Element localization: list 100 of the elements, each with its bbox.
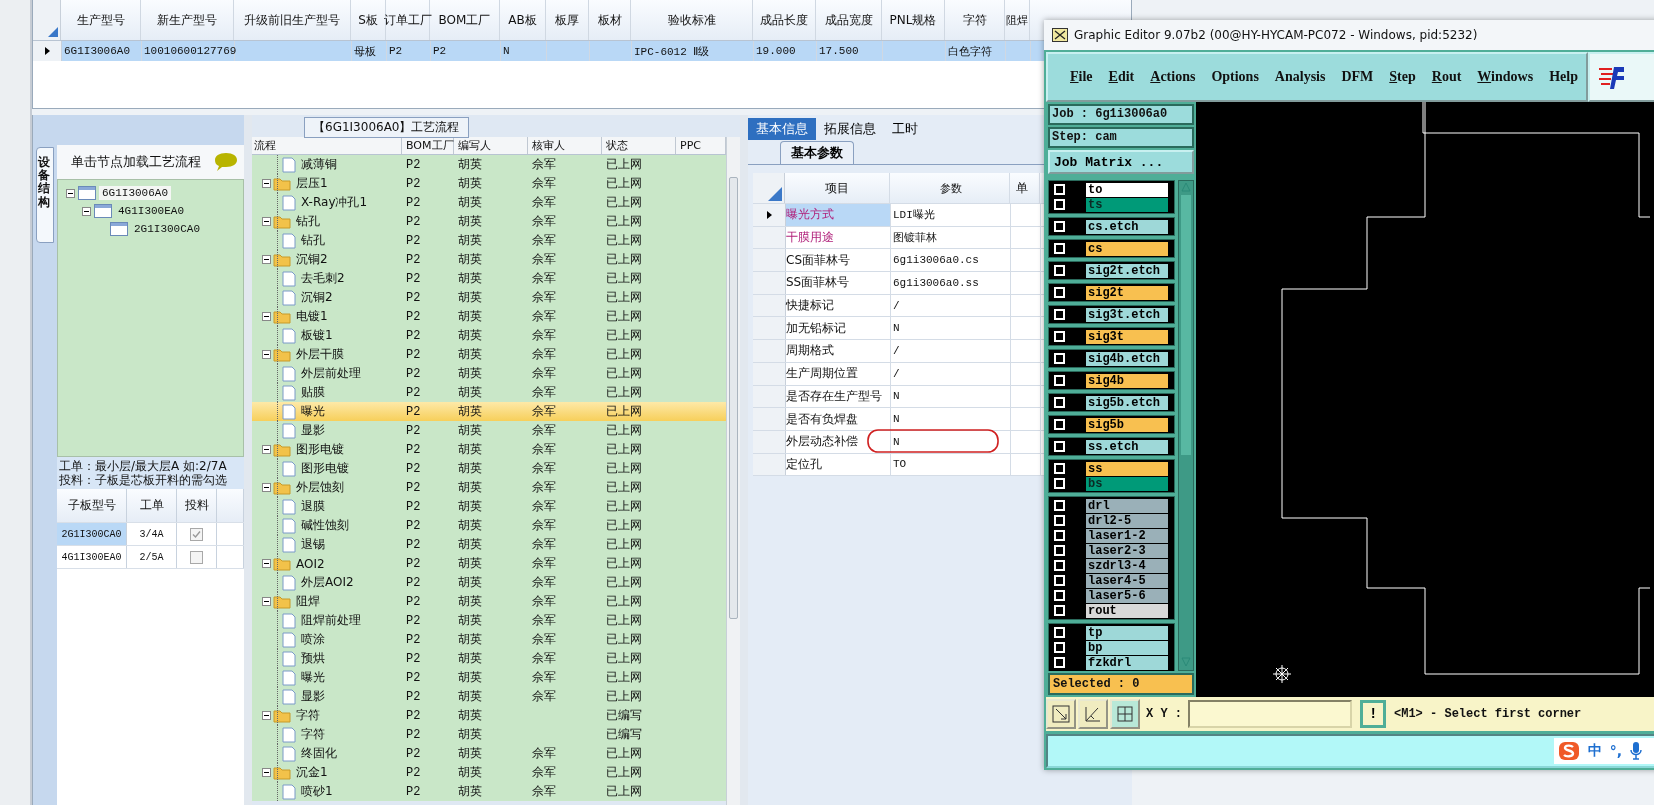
column-header[interactable]: BOM工厂 (402, 137, 454, 154)
layer-item[interactable]: ss.etch (1086, 439, 1168, 454)
job-matrix-button[interactable]: Job Matrix ... (1048, 150, 1194, 174)
collapse-icon[interactable] (262, 711, 271, 720)
tree-node[interactable]: 6G1I3006A0 (99, 186, 171, 200)
tree-row[interactable]: 曝光 P2 胡英 佘军 已上网 (252, 402, 726, 421)
layer-item[interactable]: cs.etch (1086, 219, 1168, 234)
tree-row[interactable]: 字符 P2 胡英 已编写 (252, 706, 726, 725)
collapse-icon[interactable] (262, 597, 271, 606)
square-icon[interactable] (1054, 590, 1065, 601)
collapse-icon[interactable] (262, 559, 271, 568)
tree-row[interactable]: 钻孔 P2 胡英 佘军 已上网 (252, 212, 726, 231)
collapse-icon[interactable] (262, 350, 271, 359)
tree-row[interactable]: 层压1 P2 胡英 佘军 已上网 (252, 174, 726, 193)
layer-item[interactable]: laser1-2 (1086, 528, 1168, 543)
layer-item[interactable]: sig2t (1086, 285, 1168, 300)
tree-row[interactable]: 终固化 P2 胡英 佘军 已上网 (252, 744, 726, 763)
microphone-icon[interactable] (1630, 741, 1642, 761)
checkbox[interactable] (190, 550, 203, 564)
square-icon[interactable] (1054, 309, 1065, 320)
menu-item[interactable]: Options (1203, 69, 1267, 85)
square-icon[interactable] (1054, 478, 1065, 489)
table-cell[interactable]: 4G1I300EA0 (57, 546, 127, 568)
menu-item[interactable]: Step (1381, 69, 1424, 85)
square-icon[interactable] (1054, 375, 1065, 386)
collapse-icon[interactable] (262, 179, 271, 188)
square-icon[interactable] (1054, 627, 1065, 638)
square-icon[interactable] (1054, 331, 1065, 342)
menu-item[interactable]: File (1062, 69, 1101, 85)
square-icon[interactable] (1054, 221, 1065, 232)
menu-item[interactable]: Windows (1469, 69, 1542, 85)
tree-row[interactable]: 钻孔 P2 胡英 佘军 已上网 (252, 231, 726, 250)
column-header[interactable]: 项目 (785, 173, 890, 203)
column-header[interactable]: 工单 (127, 489, 177, 522)
collapse-icon[interactable] (262, 255, 271, 264)
layer-item[interactable]: szdrl3-4 (1086, 558, 1168, 573)
tree-row[interactable]: X-Ray冲孔1 P2 胡英 佘军 已上网 (252, 193, 726, 212)
tree-row[interactable]: 板镀1 P2 胡英 佘军 已上网 (252, 326, 726, 345)
tab[interactable]: 基本参数 (780, 141, 854, 164)
square-icon[interactable] (1054, 287, 1065, 298)
column-header[interactable]: 编写人 (454, 137, 528, 154)
tree-row[interactable]: 喷砂1 P2 胡英 佘军 已上网 (252, 782, 726, 801)
tree-row[interactable]: AOI2 P2 胡英 佘军 已上网 (252, 554, 726, 573)
square-icon[interactable] (1054, 657, 1065, 668)
column-header[interactable]: 验收标准 (631, 0, 753, 40)
tree-row[interactable]: 沉铜2 P2 胡英 佘军 已上网 (252, 288, 726, 307)
tree-row[interactable]: 去毛刺2 P2 胡英 佘军 已上网 (252, 269, 726, 288)
column-header[interactable]: 成品宽度 (816, 0, 882, 40)
alert-button[interactable]: ! (1360, 700, 1386, 728)
layer-item[interactable]: sig5b.etch (1086, 395, 1168, 410)
column-header[interactable]: 新生产型号 (141, 0, 234, 40)
column-header[interactable]: 板材 (589, 0, 631, 40)
layer-item[interactable]: bp (1086, 640, 1168, 655)
layer-item[interactable]: sig3t (1086, 329, 1168, 344)
language-indicator[interactable]: 中 (1587, 742, 1602, 760)
layer-item[interactable]: sig2t.etch (1086, 263, 1168, 278)
square-icon[interactable] (1054, 545, 1065, 556)
column-header[interactable]: 投料 (177, 489, 217, 522)
tab[interactable]: 基本信息 (748, 118, 816, 140)
collapse-icon[interactable] (262, 312, 271, 321)
layer-item[interactable]: to (1086, 182, 1168, 197)
tree-row[interactable]: 图形电镀 P2 胡英 佘军 已上网 (252, 459, 726, 478)
layer-item[interactable]: rout (1086, 603, 1168, 618)
layer-item[interactable]: laser5-6 (1086, 588, 1168, 603)
layer-item[interactable]: ss (1086, 461, 1168, 476)
tree-row[interactable]: 贴膜 P2 胡英 佘军 已上网 (252, 383, 726, 402)
column-header[interactable]: PNL规格 (882, 0, 945, 40)
tree-row[interactable]: 字符 P2 胡英 已编写 (252, 725, 726, 744)
square-icon[interactable] (1054, 642, 1065, 653)
square-icon[interactable] (1054, 199, 1065, 210)
tree-row[interactable]: 沉铜2 P2 胡英 佘军 已上网 (252, 250, 726, 269)
menu-item[interactable]: DFM (1333, 69, 1382, 85)
layer-item[interactable]: fzkdrl (1086, 655, 1168, 670)
square-icon[interactable] (1054, 605, 1065, 616)
square-icon[interactable] (1054, 243, 1065, 254)
square-icon[interactable] (1054, 441, 1065, 452)
menu-item[interactable]: Help (1541, 69, 1586, 85)
layer-item[interactable]: sig4b (1086, 373, 1168, 388)
tree-row[interactable]: 显影 P2 胡英 佘军 已上网 (252, 421, 726, 440)
column-header[interactable]: 子板型号 (57, 489, 127, 522)
layer-item[interactable]: drl2-5 (1086, 513, 1168, 528)
tree-row[interactable]: 阻焊 P2 胡英 佘军 已上网 (252, 592, 726, 611)
tree-row[interactable]: 图形电镀 P2 胡英 佘军 已上网 (252, 440, 726, 459)
input-method-icon[interactable] (1557, 740, 1580, 762)
layer-item[interactable]: bs (1086, 476, 1168, 491)
square-icon[interactable] (1054, 419, 1065, 430)
layer-item[interactable]: sig3t.etch (1086, 307, 1168, 322)
tree-row[interactable]: 碱性蚀刻 P2 胡英 佘军 已上网 (252, 516, 726, 535)
layer-item[interactable]: sig5b (1086, 417, 1168, 432)
tree-row[interactable]: 外层干膜 P2 胡英 佘军 已上网 (252, 345, 726, 364)
tree-row[interactable]: 显影 P2 胡英 佘军 已上网 (252, 687, 726, 706)
layer-item[interactable]: tp (1086, 625, 1168, 640)
layer-item[interactable]: laser4-5 (1086, 573, 1168, 588)
tree-row[interactable]: 外层AOI2 P2 胡英 佘军 已上网 (252, 573, 726, 592)
column-header[interactable]: 升级前旧生产型号 (234, 0, 351, 40)
tree-row[interactable]: 沉金1 P2 胡英 佘军 已上网 (252, 763, 726, 782)
angle-tool-button[interactable] (1078, 699, 1108, 729)
column-header[interactable]: 订单工厂 (386, 0, 430, 40)
menu-item[interactable]: Rout (1423, 69, 1470, 85)
tree-row[interactable]: 外层蚀刻 P2 胡英 佘军 已上网 (252, 478, 726, 497)
